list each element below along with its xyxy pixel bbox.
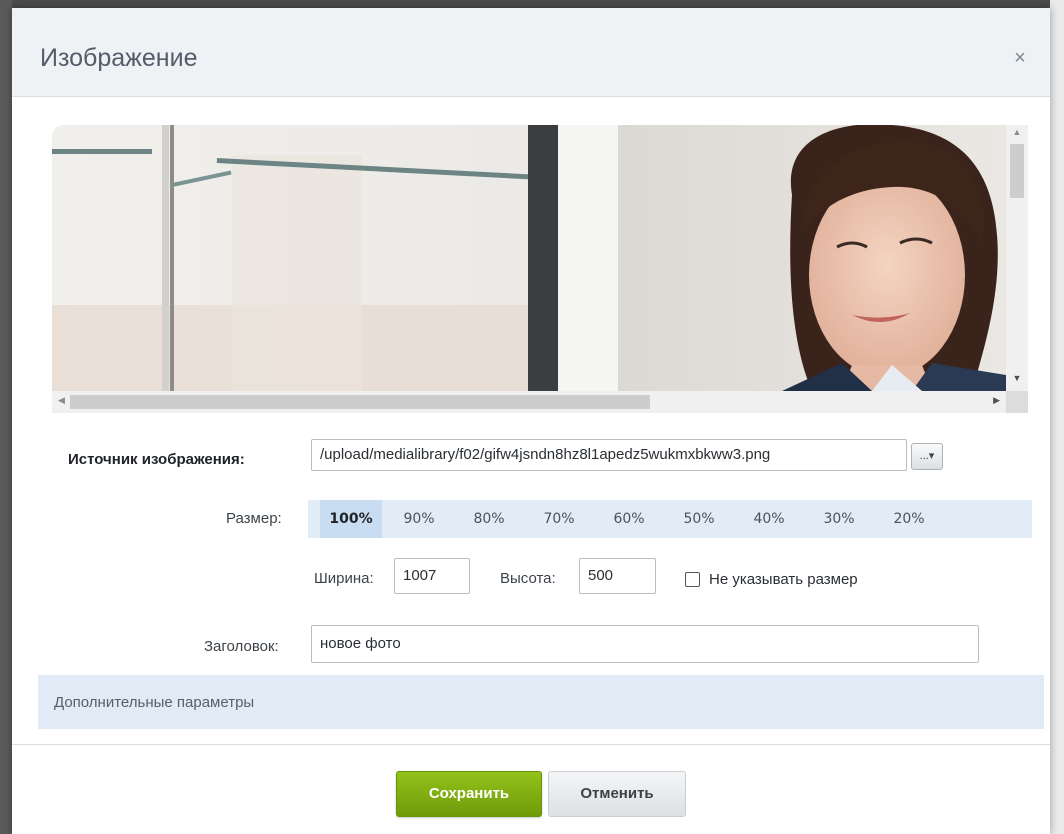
browse-button[interactable]: ...▾ [911,443,943,470]
height-input[interactable]: 500 [579,558,656,594]
scroll-right-arrow-icon[interactable]: ▶ [993,395,1000,406]
image-preview [52,125,1006,391]
preview-photo [52,125,1006,391]
no-size-checkbox[interactable] [685,572,700,587]
caption-label: Заголовок: [204,638,279,655]
save-button[interactable]: Сохранить [396,771,542,817]
preview-horizontal-scrollbar[interactable]: ◀ ▶ [52,391,1006,413]
size-options-bar: 100% 90% 80% 70% 60% 50% 40% 30% 20% [308,500,1032,538]
vertical-scroll-thumb[interactable] [1010,144,1024,198]
size-option-20[interactable]: 20% [884,500,934,538]
preview-vertical-scrollbar[interactable]: ▲ ▼ [1006,125,1028,391]
close-icon[interactable]: × [1008,46,1032,70]
size-option-60[interactable]: 60% [604,500,654,538]
source-label: Источник изображения: [68,451,245,468]
dialog-title: Изображение [40,44,198,72]
backdrop-top [0,0,1064,8]
width-label: Ширина: [314,570,374,587]
no-size-label: Не указывать размер [709,571,858,588]
cancel-button[interactable]: Отменить [548,771,686,817]
size-option-90[interactable]: 90% [394,500,444,538]
backdrop-right [1050,0,1064,834]
advanced-parameters-section[interactable]: Дополнительные параметры [38,675,1044,729]
size-option-30[interactable]: 30% [814,500,864,538]
size-option-80[interactable]: 80% [464,500,514,538]
caption-input[interactable]: новое фото [311,625,979,663]
size-option-70[interactable]: 70% [534,500,584,538]
height-label: Высота: [500,570,556,587]
scroll-left-arrow-icon[interactable]: ◀ [58,395,65,406]
scroll-down-arrow-icon[interactable]: ▼ [1006,373,1028,383]
source-input[interactable]: /upload/medialibrary/f02/gifw4jsndn8hz8l… [311,439,907,471]
horizontal-scroll-thumb[interactable] [70,395,650,409]
size-option-40[interactable]: 40% [744,500,794,538]
width-input[interactable]: 1007 [394,558,470,594]
advanced-parameters-label: Дополнительные параметры [54,694,255,711]
backdrop-left [0,0,12,834]
scrollbar-corner [1006,391,1028,413]
size-option-100[interactable]: 100% [320,500,382,538]
size-option-50[interactable]: 50% [674,500,724,538]
dialog-footer: Сохранить Отменить [12,744,1050,834]
scroll-up-arrow-icon[interactable]: ▲ [1006,127,1028,137]
image-dialog: Изображение × ▲ ▼ ◀ ▶ Источник изображен… [12,8,1050,834]
size-label: Размер: [226,510,282,527]
dialog-titlebar[interactable]: Изображение × [12,8,1050,97]
